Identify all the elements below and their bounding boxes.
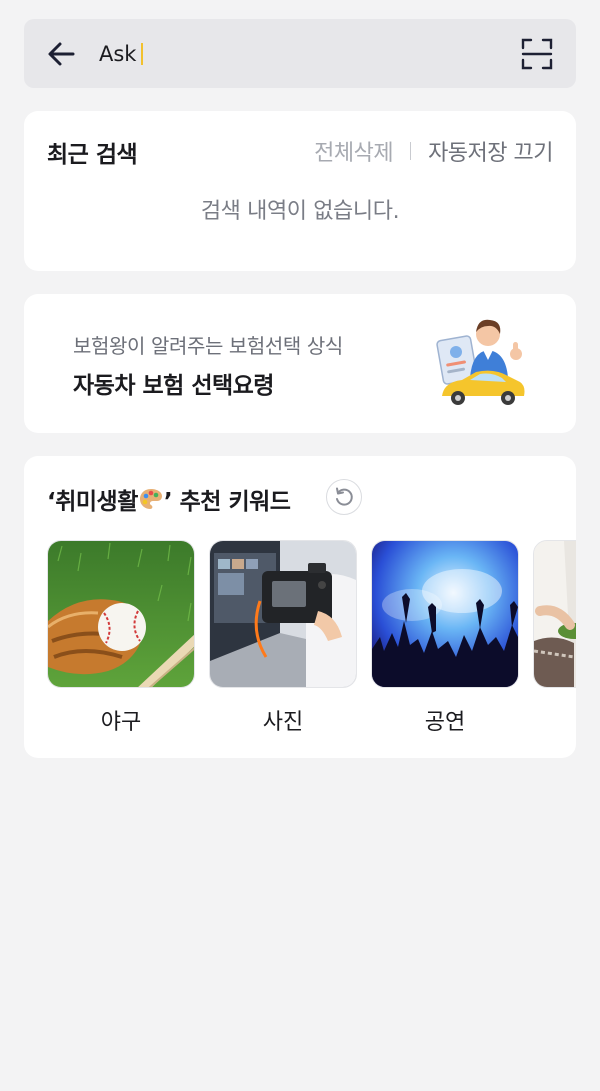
- keyword-label: 공연: [424, 710, 466, 735]
- keyword-label: 야구: [100, 710, 142, 735]
- keyword-label: 사진: [262, 710, 304, 735]
- scan-icon: [521, 38, 553, 69]
- keyword-item-photo[interactable]: 사진: [209, 540, 357, 736]
- divider: [410, 142, 412, 160]
- back-button[interactable]: [44, 37, 78, 71]
- hobby-keywords-title: ‘취미생활 ’ 추천 키워드: [47, 482, 291, 516]
- cooking-thumbnail: [533, 540, 576, 688]
- concert-thumbnail: [371, 540, 519, 688]
- banner-title: 자동차 보험 선택요령: [73, 373, 274, 399]
- insurance-agent-car-illustration: [436, 319, 525, 405]
- refresh-keywords-button[interactable]: [326, 479, 362, 515]
- keyword-item-baseball[interactable]: 야구: [47, 540, 195, 736]
- keyword-item-cooking[interactable]: [533, 540, 576, 736]
- search-input[interactable]: [99, 33, 519, 74]
- keyword-item-concert[interactable]: 공연: [371, 540, 519, 736]
- baseball-thumbnail: [47, 540, 195, 688]
- hobby-keywords-card: ‘취미생활 ’ 추천 키워드 야구 사진 공연: [24, 456, 576, 758]
- hobby-title-prefix: ‘취미생활: [47, 489, 138, 515]
- banner-subtitle: 보험왕이 알려주는 보험선택 상식: [73, 334, 343, 358]
- recent-search-card: 최근 검색 전체삭제 자동저장 끄기 검색 내역이 없습니다.: [24, 111, 576, 271]
- keyword-carousel[interactable]: 야구 사진 공연: [47, 540, 576, 736]
- photo-thumbnail: [209, 540, 357, 688]
- search-bar: [24, 19, 576, 88]
- recent-search-empty-message: 검색 내역이 없습니다.: [200, 199, 400, 224]
- recent-search-actions: 전체삭제 자동저장 끄기: [314, 135, 553, 167]
- autosave-off-button[interactable]: 자동저장 끄기: [428, 135, 553, 167]
- palette-icon: [139, 489, 162, 509]
- recent-search-title: 최근 검색: [47, 142, 138, 168]
- hobby-title-suffix: ’ 추천 키워드: [163, 489, 291, 515]
- arrow-left-icon: [48, 42, 75, 65]
- scan-button[interactable]: [519, 36, 555, 72]
- text-cursor: [141, 43, 143, 65]
- refresh-icon: [336, 487, 353, 506]
- clear-all-button[interactable]: 전체삭제: [314, 135, 393, 167]
- insurance-banner[interactable]: 보험왕이 알려주는 보험선택 상식 자동차 보험 선택요령: [24, 294, 576, 433]
